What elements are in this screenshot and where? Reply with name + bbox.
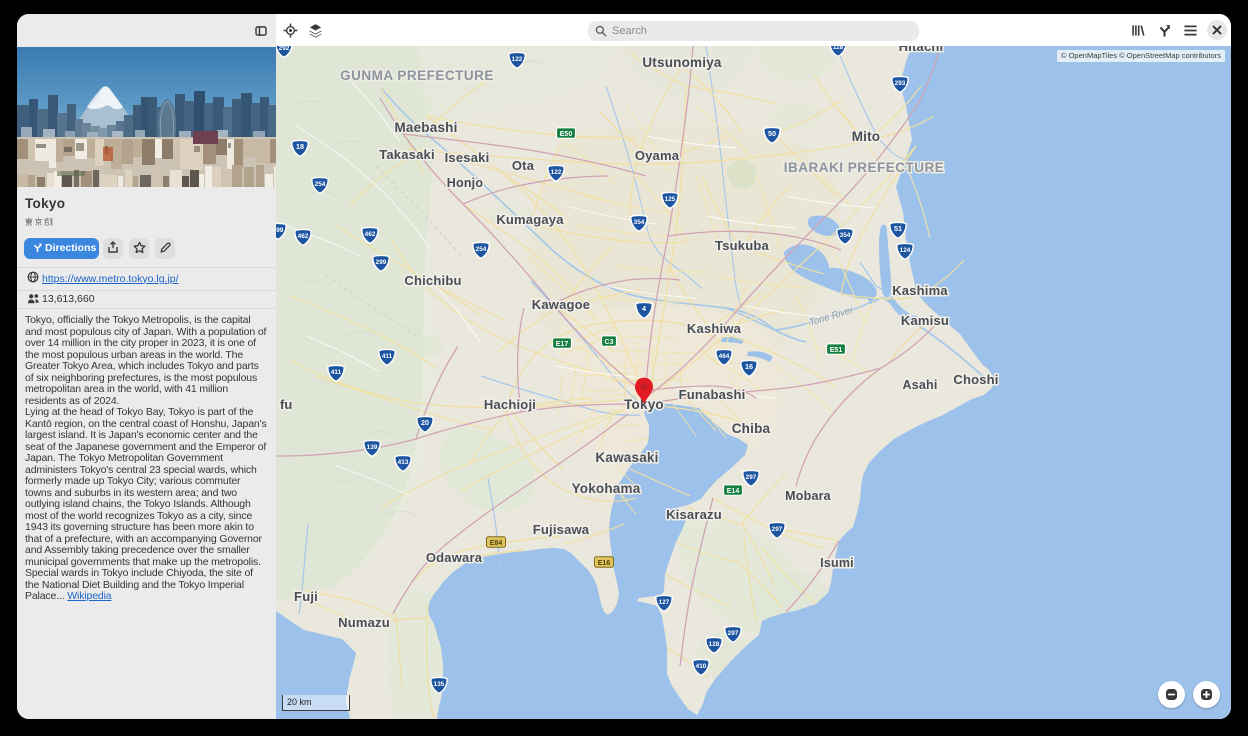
svg-text:Kawasaki: Kawasaki: [595, 450, 658, 465]
svg-text:118: 118: [833, 46, 844, 51]
svg-text:Hitachi: Hitachi: [899, 46, 944, 54]
svg-text:292: 292: [279, 46, 290, 52]
svg-text:fu: fu: [280, 397, 292, 412]
svg-text:354: 354: [634, 219, 645, 226]
svg-text:Fuji: Fuji: [294, 589, 318, 604]
svg-text:20: 20: [421, 418, 429, 427]
svg-text:122: 122: [551, 169, 562, 176]
svg-text:299: 299: [276, 227, 284, 234]
svg-text:Yokohama: Yokohama: [572, 481, 641, 496]
svg-text:297: 297: [772, 526, 783, 533]
svg-text:354: 354: [840, 232, 851, 239]
svg-text:Utsunomiya: Utsunomiya: [642, 55, 722, 70]
svg-text:Oyama: Oyama: [635, 148, 680, 163]
svg-text:Chiba: Chiba: [732, 421, 771, 436]
svg-text:Isesaki: Isesaki: [445, 150, 490, 165]
svg-text:E17: E17: [556, 341, 569, 348]
svg-text:16: 16: [745, 362, 753, 371]
svg-text:Numazu: Numazu: [338, 615, 390, 630]
svg-text:135: 135: [434, 681, 445, 688]
svg-text:Tsukuba: Tsukuba: [715, 238, 769, 253]
svg-text:C3: C3: [605, 339, 614, 346]
svg-text:297: 297: [746, 474, 757, 481]
svg-text:462: 462: [298, 233, 309, 240]
svg-text:50: 50: [768, 129, 776, 138]
svg-text:Kisarazu: Kisarazu: [666, 507, 722, 522]
svg-text:254: 254: [315, 181, 326, 188]
svg-text:Mobara: Mobara: [785, 489, 832, 503]
svg-text:Chichibu: Chichibu: [404, 273, 461, 288]
svg-text:293: 293: [895, 80, 906, 87]
svg-text:18: 18: [296, 142, 304, 151]
svg-text:Honjo: Honjo: [447, 176, 484, 190]
svg-text:411: 411: [382, 353, 393, 360]
svg-text:Choshi: Choshi: [953, 372, 998, 387]
svg-text:51: 51: [894, 224, 902, 233]
svg-text:410: 410: [696, 663, 707, 670]
svg-text:Kashima: Kashima: [892, 283, 948, 298]
svg-text:122: 122: [512, 56, 523, 63]
svg-text:125: 125: [665, 196, 676, 203]
svg-text:Hachioji: Hachioji: [484, 397, 536, 412]
svg-text:462: 462: [365, 231, 376, 238]
svg-text:413: 413: [398, 459, 409, 466]
svg-text:E14: E14: [727, 488, 740, 495]
svg-text:Kumagaya: Kumagaya: [496, 212, 564, 227]
svg-text:Funabashi: Funabashi: [679, 387, 746, 402]
svg-text:124: 124: [900, 247, 911, 254]
svg-text:297: 297: [728, 630, 739, 637]
svg-text:Maebashi: Maebashi: [394, 120, 457, 135]
svg-text:411: 411: [331, 369, 342, 376]
svg-text:Kamisu: Kamisu: [901, 313, 949, 328]
svg-text:Mito: Mito: [852, 129, 881, 144]
svg-text:4: 4: [642, 304, 646, 313]
svg-text:IBARAKI PREFECTURE: IBARAKI PREFECTURE: [784, 160, 945, 175]
svg-text:Fujisawa: Fujisawa: [533, 522, 590, 537]
svg-text:Odawara: Odawara: [426, 550, 483, 565]
svg-text:128: 128: [709, 641, 720, 648]
svg-text:E84: E84: [490, 540, 503, 547]
svg-text:Isumi: Isumi: [820, 556, 854, 570]
svg-text:299: 299: [376, 259, 387, 266]
svg-text:E51: E51: [830, 347, 843, 354]
svg-text:139: 139: [367, 444, 378, 451]
svg-text:E16: E16: [598, 560, 611, 567]
svg-text:Ota: Ota: [512, 158, 535, 173]
svg-text:Asahi: Asahi: [902, 378, 937, 392]
svg-text:Takasaki: Takasaki: [379, 147, 435, 162]
svg-text:E50: E50: [560, 131, 573, 138]
svg-text:464: 464: [719, 353, 730, 360]
svg-text:127: 127: [659, 599, 670, 606]
svg-text:Kawagoe: Kawagoe: [532, 297, 590, 312]
svg-text:Kashiwa: Kashiwa: [687, 321, 742, 336]
svg-text:GUNMA PREFECTURE: GUNMA PREFECTURE: [340, 68, 494, 83]
svg-text:254: 254: [476, 246, 487, 253]
